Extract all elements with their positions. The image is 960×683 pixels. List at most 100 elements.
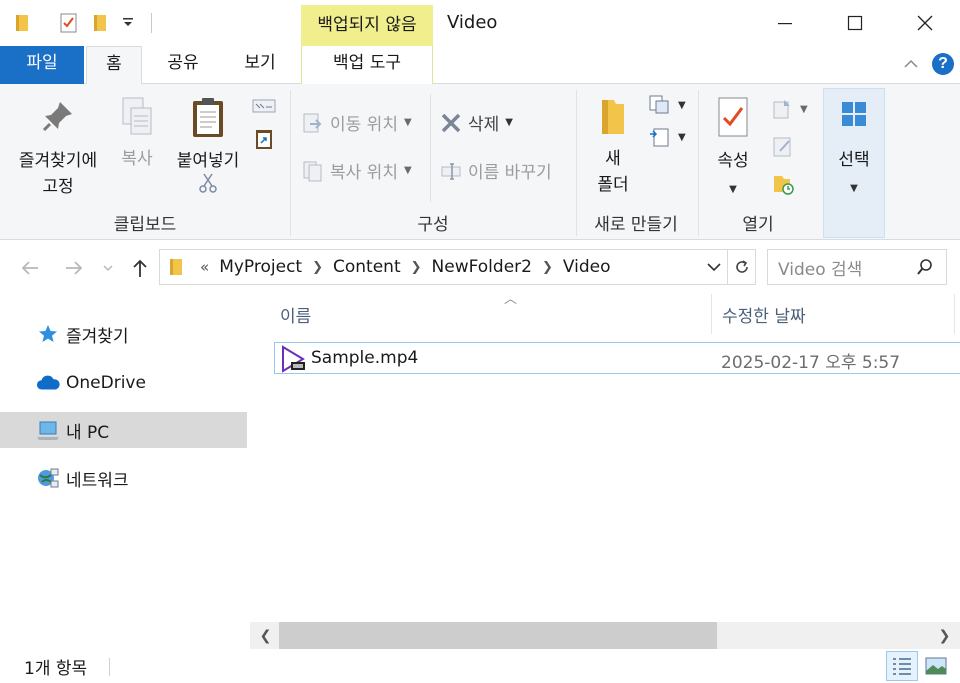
edit-icon[interactable] (772, 136, 794, 163)
dropdown-caret-icon: ▼ (800, 103, 808, 115)
properties-button[interactable]: 속성 ▼ (708, 96, 758, 203)
select-button[interactable]: 선택 ▼ (823, 88, 885, 238)
move-to-icon (303, 113, 322, 132)
status-bar: 1개 항목 (0, 649, 960, 683)
recent-locations-chevron-icon[interactable] (100, 256, 116, 280)
dropdown-caret-icon: ▼ (678, 99, 686, 111)
file-list: ︿ 이름 수정한 날짜 Sample.mp4 2025-02-17 오후 5:5… (250, 292, 960, 622)
dropdown-caret-icon: ▼ (850, 183, 858, 194)
chevron-right-icon[interactable]: ❯ (405, 260, 428, 275)
help-icon[interactable]: ? (932, 53, 954, 75)
breadcrumb-content[interactable]: Content (329, 257, 405, 277)
select-grid-icon (842, 102, 866, 126)
breadcrumb-video[interactable]: Video (559, 257, 615, 277)
new-folder-label-line2: 폴더 (597, 175, 629, 195)
rename-button[interactable]: 이름 바꾸기 (440, 158, 552, 183)
breadcrumb-overflow[interactable]: « (194, 258, 215, 276)
tab-backup-tools[interactable]: 백업 도구 (301, 46, 433, 84)
organize-group-label: 구성 (417, 215, 449, 235)
breadcrumb-newfolder2[interactable]: NewFolder2 (428, 257, 536, 277)
open-group-label: 열기 (742, 215, 774, 235)
back-arrow-icon[interactable] (18, 256, 42, 280)
close-button[interactable] (890, 0, 960, 46)
video-file-icon (279, 345, 307, 378)
paste-clipboard-icon (193, 98, 223, 137)
details-view-icon (893, 658, 911, 675)
tab-file[interactable]: 파일 (0, 46, 84, 84)
copy-to-icon (303, 161, 322, 181)
address-bar[interactable]: « MyProject ❯ Content ❯ NewFolder2 ❯ Vid… (159, 249, 756, 285)
table-row[interactable]: Sample.mp4 2025-02-17 오후 5:57 (274, 342, 960, 374)
folder-icon[interactable] (12, 12, 34, 34)
navigation-bar: « MyProject ❯ Content ❯ NewFolder2 ❯ Vid… (0, 240, 960, 294)
horizontal-scrollbar[interactable]: ❮ ❯ (250, 622, 960, 649)
nav-item-this-pc[interactable]: 내 PC (0, 412, 247, 448)
column-headers: ︿ 이름 수정한 날짜 (272, 292, 960, 334)
customize-toolbar-icon[interactable] (120, 14, 142, 36)
minimize-icon (778, 23, 792, 25)
copy-to-button[interactable]: 복사 위치 ▼ (302, 158, 412, 183)
maximize-button[interactable] (820, 0, 890, 46)
new-item-button[interactable]: ▼ (648, 94, 686, 116)
new-folder-label-line1: 새 (605, 149, 621, 169)
tab-share[interactable]: 공유 (148, 46, 218, 84)
copy-button[interactable]: 복사 (112, 96, 162, 172)
forward-arrow-icon[interactable] (62, 256, 86, 280)
scroll-right-icon[interactable]: ❯ (931, 622, 958, 649)
move-to-label: 이동 위치 (330, 115, 398, 135)
folder-icon (170, 259, 182, 275)
history-icon[interactable] (772, 172, 796, 201)
scrollbar-thumb[interactable] (279, 622, 717, 649)
scroll-left-icon[interactable]: ❮ (252, 622, 279, 649)
easy-access-button[interactable]: ▼ (648, 126, 686, 148)
large-icons-view-button[interactable] (920, 651, 952, 681)
nav-item-label: OneDrive (66, 373, 146, 393)
column-header-name[interactable]: 이름 (280, 302, 311, 327)
column-resize-handle[interactable] (954, 294, 955, 334)
minimize-button[interactable] (750, 0, 820, 46)
nav-item-label: 네트워크 (66, 470, 129, 491)
pin-icon (42, 102, 72, 132)
nav-item-network[interactable]: 네트워크 (0, 460, 247, 496)
nav-item-onedrive[interactable]: OneDrive (0, 365, 247, 401)
nav-item-label: 즐겨찾기 (66, 326, 129, 347)
open-icon (773, 100, 790, 119)
paste-button[interactable]: 붙여넣기 (168, 96, 248, 202)
breadcrumb-myproject[interactable]: MyProject (215, 257, 306, 277)
new-item-icon (649, 95, 669, 114)
copy-path-icon[interactable] (252, 98, 276, 119)
open-button[interactable]: ▼ (772, 98, 808, 120)
move-to-button[interactable]: 이동 위치 ▼ (302, 110, 412, 135)
nav-item-quick-access[interactable]: 즐겨찾기 (0, 316, 247, 352)
search-placeholder: Video 검색 (778, 259, 863, 280)
column-resize-handle[interactable] (711, 294, 712, 334)
cut-scissors-icon[interactable] (198, 172, 218, 194)
context-tab-label: 백업되지 않음 (301, 5, 433, 46)
properties-check-icon[interactable] (58, 12, 80, 34)
new-folder-icon[interactable] (90, 12, 112, 34)
pin-to-quick-access-button[interactable]: 즐겨찾기에 고정 (8, 98, 108, 200)
details-view-button[interactable] (886, 651, 918, 681)
column-header-modified[interactable]: 수정한 날짜 (722, 302, 806, 327)
file-modified-date: 2025-02-17 오후 5:57 (721, 353, 901, 373)
maximize-icon (847, 15, 863, 31)
chevron-right-icon[interactable]: ❯ (536, 260, 559, 275)
pin-label-line2: 고정 (42, 177, 74, 197)
status-separator (109, 658, 110, 676)
collapse-ribbon-icon[interactable] (902, 55, 920, 73)
tab-home[interactable]: 홈 (86, 46, 142, 85)
dropdown-caret-icon: ▼ (403, 165, 412, 176)
rename-label: 이름 바꾸기 (468, 163, 552, 183)
rename-icon (441, 162, 461, 180)
refresh-icon[interactable] (727, 250, 755, 284)
delete-button[interactable]: 삭제 ▼ (440, 110, 513, 135)
up-arrow-icon[interactable] (128, 256, 152, 280)
chevron-right-icon[interactable]: ❯ (306, 260, 329, 275)
new-folder-button[interactable]: 새 폴더 (586, 96, 640, 198)
tab-view[interactable]: 보기 (226, 46, 294, 84)
address-dropdown-icon[interactable] (705, 258, 723, 281)
search-icon[interactable] (916, 258, 934, 281)
paste-shortcut-icon[interactable] (254, 128, 274, 155)
search-input[interactable]: Video 검색 (767, 249, 947, 285)
dropdown-caret-icon: ▼ (403, 117, 412, 128)
